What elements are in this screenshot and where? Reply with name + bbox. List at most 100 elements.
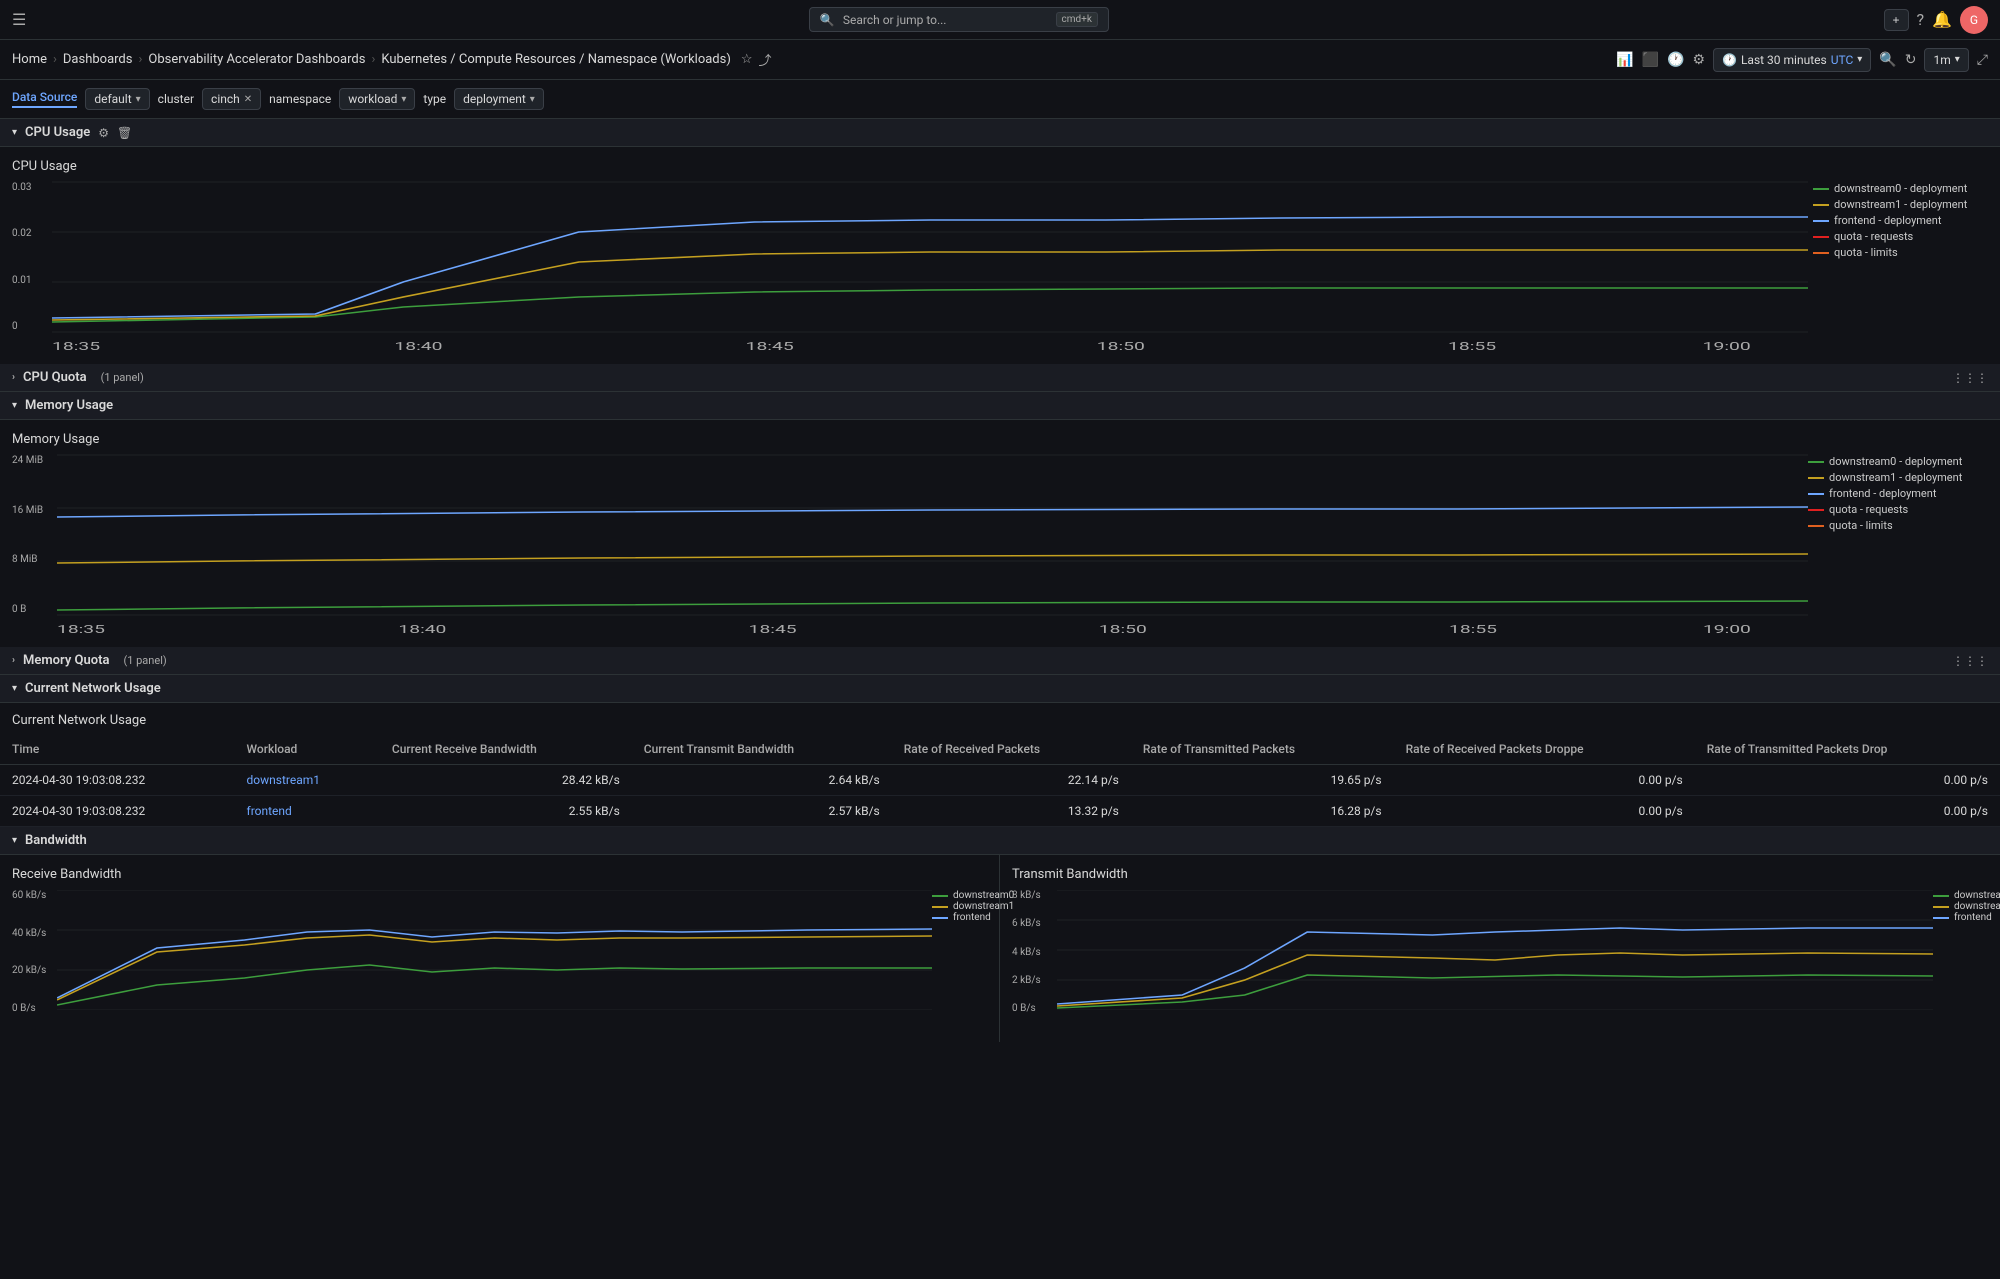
col-trans-drop: Rate of Transmitted Packets Drop [1695,734,2000,765]
receive-bandwidth-title: Receive Bandwidth [12,867,987,882]
bandwidth-section-header[interactable]: ▾ Bandwidth [0,827,2000,855]
memory-usage-section-header[interactable]: ▾ Memory Usage [0,392,2000,420]
data-source-label: Data Source [12,90,77,108]
user-avatar[interactable]: G [1960,6,1988,34]
legend-frontend-deployment: frontend - deployment [1813,214,1988,227]
cpu-y-3: 0 [12,321,52,332]
mem-y-3: 0 B [12,604,57,615]
workload-arrow-icon: ▾ [401,94,406,105]
type-filter[interactable]: deployment ▾ [454,88,544,110]
share-icon[interactable]: ⤴ [759,50,772,69]
memory-usage-panel: Memory Usage 24 MiB 16 MiB 8 MiB 0 B 18:… [0,420,2000,647]
bandwidth-chevron-icon: ▾ [12,835,17,846]
cell-recv-drop: 0.00 p/s [1394,796,1695,827]
star-icon[interactable]: ☆ [741,52,753,67]
search-placeholder: Search or jump to... [843,13,1048,27]
svg-text:18:40: 18:40 [398,622,446,635]
mem-legend-frontend: frontend - deployment [1808,487,1988,500]
add-button[interactable]: + [1884,9,1909,31]
nav-observability[interactable]: Observability Accelerator Dashboards [148,52,365,67]
search-box[interactable]: 🔍 Search or jump to... cmd+k [809,7,1109,32]
refresh-value: 1m [1933,53,1950,67]
clock-icon[interactable]: 🕐 [1667,52,1684,68]
cluster-value: cinch [211,92,240,106]
network-panel: Current Network Usage Time Workload Curr… [0,703,2000,827]
cpu-usage-gear-icon[interactable]: ⚙ [98,126,109,140]
memory-usage-chevron-icon: ▾ [12,400,17,411]
col-workload: Workload [235,734,380,765]
time-label: Last 30 minutes [1741,53,1827,67]
expand-icon[interactable]: ⤢ [1977,52,1988,68]
default-filter[interactable]: default ▾ [85,88,149,110]
table-row: 2024-04-30 19:03:08.232 frontend 2.55 kB… [0,796,2000,827]
memory-usage-title: Memory Usage [25,398,113,413]
refresh-chevron-icon: ▾ [1955,54,1960,65]
memory-quota-title: Memory Quota [23,653,109,668]
svg-text:18:50: 18:50 [1099,622,1147,635]
mem-legend-downstream0: downstream0 - deployment [1808,455,1988,468]
cpu-usage-section-header[interactable]: ▾ CPU Usage ⚙ 🗑 [0,119,2000,147]
mem-legend-downstream1: downstream1 - deployment [1808,471,1988,484]
time-selector[interactable]: 🕐 Last 30 minutes UTC ▾ [1713,48,1871,72]
svg-text:18:55: 18:55 [1448,340,1496,353]
network-section-header[interactable]: ▾ Current Network Usage [0,675,2000,703]
cpu-usage-trash-icon[interactable]: 🗑 [117,126,132,140]
refresh-icon[interactable]: ↻ [1905,52,1917,68]
zoom-out-icon[interactable]: 🔍 [1879,52,1896,68]
transmit-bandwidth-panel: Transmit Bandwidth 8 kB/s 6 kB/s 4 kB/s … [1000,855,2000,1042]
timezone-label: UTC [1831,53,1854,67]
nav-home[interactable]: Home [12,52,47,67]
cluster-filter[interactable]: cinch ✕ [202,88,261,110]
nav-kubernetes[interactable]: Kubernetes / Compute Resources / Namespa… [381,52,731,67]
col-recv-bw: Current Receive Bandwidth [380,734,632,765]
network-table: Time Workload Current Receive Bandwidth … [0,734,2000,827]
cell-workload[interactable]: downstream1 [235,765,380,796]
cpu-quota-title: CPU Quota [23,370,87,385]
memory-quota-menu-icon[interactable]: ⋮⋮⋮ [1952,654,1988,668]
settings-icon[interactable]: ⚙ [1692,52,1705,68]
memory-usage-chart-container: 24 MiB 16 MiB 8 MiB 0 B 18:35 18:40 18:4… [12,455,1988,635]
cpu-quota-chevron-icon: › [12,372,15,383]
svg-text:18:55: 18:55 [1449,622,1497,635]
help-icon[interactable]: ? [1917,10,1925,29]
cell-recv-bw: 28.42 kB/s [380,765,632,796]
mem-legend-quota-requests: quota - requests [1808,503,1988,516]
nav-right-icons: 📊 ⬛ 🕐 ⚙ 🕐 Last 30 minutes UTC ▾ 🔍 ↻ 1m ▾… [1616,48,1988,72]
dashboard-icon[interactable]: ⬛ [1642,52,1659,68]
mem-legend-quota-limits: quota - limits [1808,519,1988,532]
cell-workload[interactable]: frontend [235,796,380,827]
col-recv-pkt: Rate of Received Packets [892,734,1131,765]
cpu-usage-chart-container: 0.03 0.02 0.01 0 18:35 18:40 18:45 18:50… [12,182,1988,352]
cell-trans-bw: 2.64 kB/s [632,765,892,796]
receive-legend: downstream0 downstream1 frontend [932,890,987,923]
col-recv-drop: Rate of Received Packets Droppe [1394,734,1695,765]
refresh-interval[interactable]: 1m ▾ [1924,48,1968,72]
transmit-bandwidth-title: Transmit Bandwidth [1012,867,1988,882]
memory-quota-section-header[interactable]: › Memory Quota (1 panel) ⋮⋮⋮ [0,647,2000,675]
legend-quota-requests: quota - requests [1813,230,1988,243]
namespace-label: namespace [269,92,331,106]
col-trans-pkt: Rate of Transmitted Packets [1131,734,1394,765]
notifications-icon[interactable]: 🔔 [1932,10,1952,29]
bandwidth-title: Bandwidth [25,833,87,848]
workload-filter[interactable]: workload ▾ [339,88,415,110]
svg-text:18:50: 18:50 [1097,340,1145,353]
top-bar: ☰ 🔍 Search or jump to... cmd+k + ? 🔔 G [0,0,2000,40]
search-icon: 🔍 [820,13,835,27]
cpu-quota-section-header[interactable]: › CPU Quota (1 panel) ⋮⋮⋮ [0,364,2000,392]
col-time: Time [0,734,235,765]
hamburger-icon[interactable]: ☰ [12,10,26,29]
chart-icon[interactable]: 📊 [1616,52,1633,68]
col-trans-bw: Current Transmit Bandwidth [632,734,892,765]
cpu-y-1: 0.02 [12,228,52,239]
nav-dashboards[interactable]: Dashboards [63,52,133,67]
cell-trans-drop: 0.00 p/s [1695,765,2000,796]
svg-text:18:45: 18:45 [746,340,794,353]
table-row: 2024-04-30 19:03:08.232 downstream1 28.4… [0,765,2000,796]
cell-recv-pkt: 13.32 p/s [892,796,1131,827]
legend-downstream1-deployment: downstream1 - deployment [1813,198,1988,211]
mem-y-2: 8 MiB [12,554,57,565]
cpu-usage-legend: downstream0 - deployment downstream1 - d… [1813,182,1988,259]
cell-time: 2024-04-30 19:03:08.232 [0,796,235,827]
cpu-quota-menu-icon[interactable]: ⋮⋮⋮ [1952,371,1988,385]
